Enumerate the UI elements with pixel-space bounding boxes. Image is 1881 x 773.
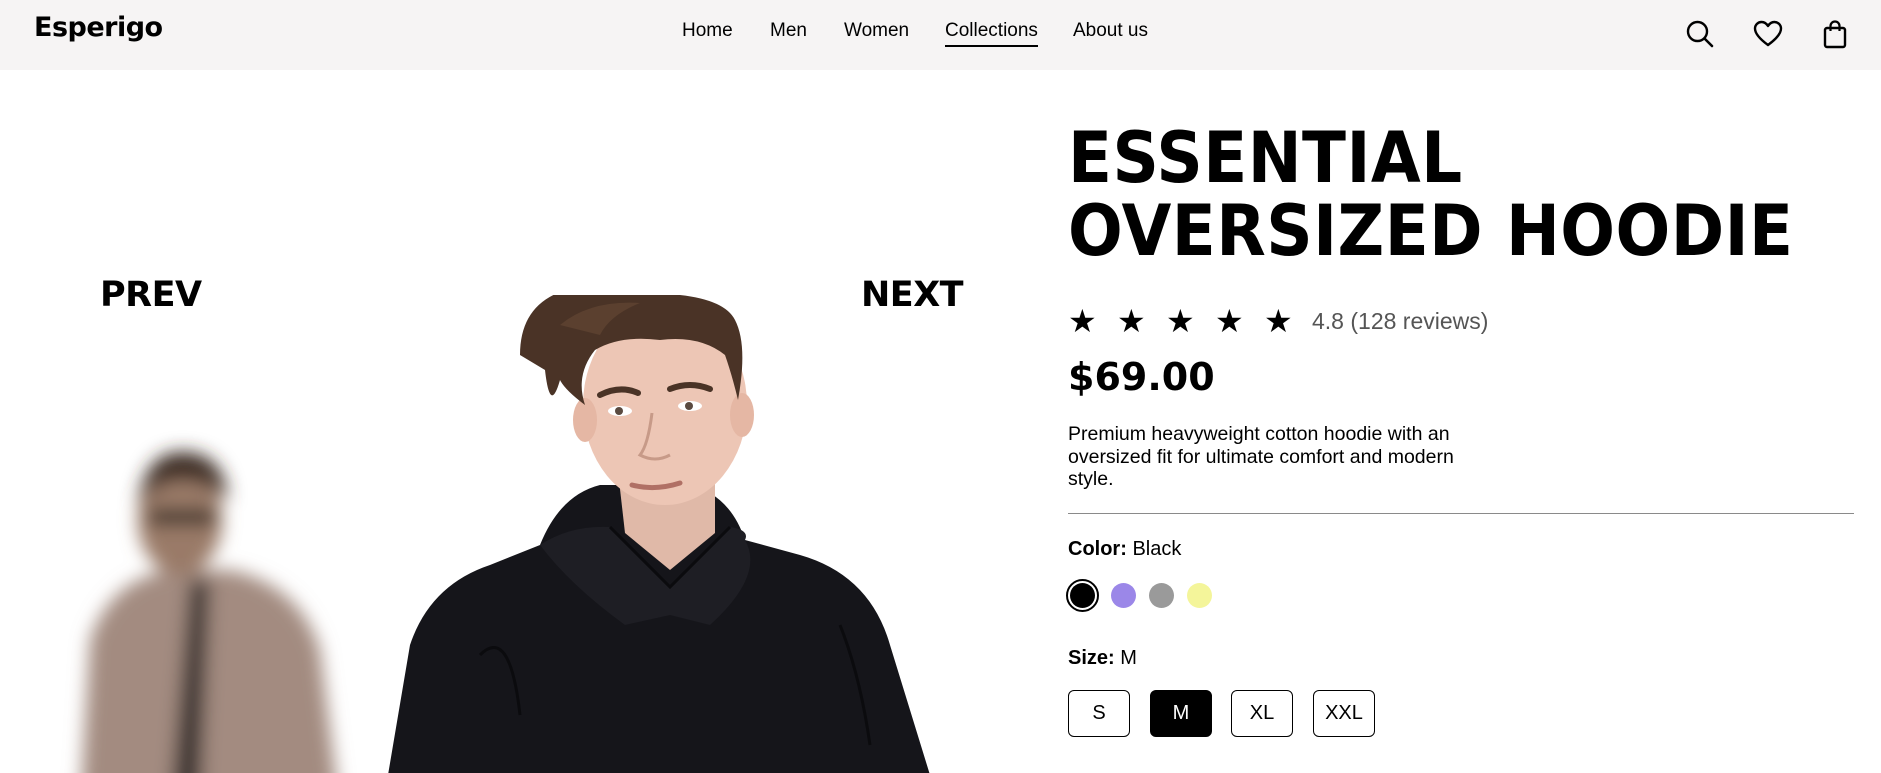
site-header: Esperigo Home Men Women Collections Abou… [0, 0, 1881, 70]
main-product-image [388, 295, 930, 773]
size-label: Size: M [1068, 647, 1137, 670]
color-label: Color: Black [1068, 538, 1181, 561]
product-description: Premium heavyweight cotton hoodie with a… [1068, 423, 1454, 490]
product-gallery: PREV NEXT [0, 70, 1040, 773]
star-icon: ★ [1215, 303, 1244, 339]
next-button[interactable]: NEXT [861, 275, 964, 315]
search-icon[interactable] [1683, 17, 1717, 51]
product-title-line-1: ESSENTIAL [1068, 117, 1463, 199]
heart-icon[interactable] [1751, 17, 1785, 51]
product-title: ESSENTIAL OVERSIZED HOODIE [1068, 122, 1794, 268]
size-option-xl[interactable]: XL [1231, 690, 1293, 737]
rating-text[interactable]: 4.8 (128 reviews) [1312, 308, 1488, 335]
star-icon: ★ [1166, 303, 1195, 339]
divider [1068, 513, 1854, 514]
color-swatch-black[interactable] [1066, 579, 1099, 612]
size-option-m[interactable]: M [1150, 690, 1212, 737]
color-label-key: Color: [1068, 538, 1127, 560]
star-icon: ★ [1117, 303, 1146, 339]
nav-collections[interactable]: Collections [945, 20, 1038, 47]
nav-about-us[interactable]: About us [1073, 20, 1148, 42]
color-swatch-purple[interactable] [1111, 583, 1136, 608]
nav-home[interactable]: Home [682, 20, 733, 42]
size-option-xxl[interactable]: XXL [1313, 690, 1375, 737]
color-swatch-gray[interactable] [1149, 583, 1174, 608]
size-label-key: Size: [1068, 647, 1115, 669]
previous-product-image [82, 451, 336, 773]
product-title-line-2: OVERSIZED HOODIE [1068, 190, 1794, 272]
star-icon: ★ [1068, 303, 1097, 339]
nav-men[interactable]: Men [770, 20, 807, 42]
size-option-s[interactable]: S [1068, 690, 1130, 737]
prev-button[interactable]: PREV [100, 275, 202, 315]
product-price: $69.00 [1068, 355, 1215, 399]
nav-women[interactable]: Women [844, 20, 909, 42]
selected-size: M [1120, 647, 1137, 669]
selected-color: Black [1132, 538, 1182, 560]
brand-logo[interactable]: Esperigo [34, 12, 163, 43]
shopping-bag-icon[interactable] [1818, 17, 1852, 51]
star-icon: ★ [1264, 303, 1293, 339]
rating-stars: ★ ★ ★ ★ ★ [1068, 305, 1313, 337]
color-swatch-yellow[interactable] [1187, 583, 1212, 608]
